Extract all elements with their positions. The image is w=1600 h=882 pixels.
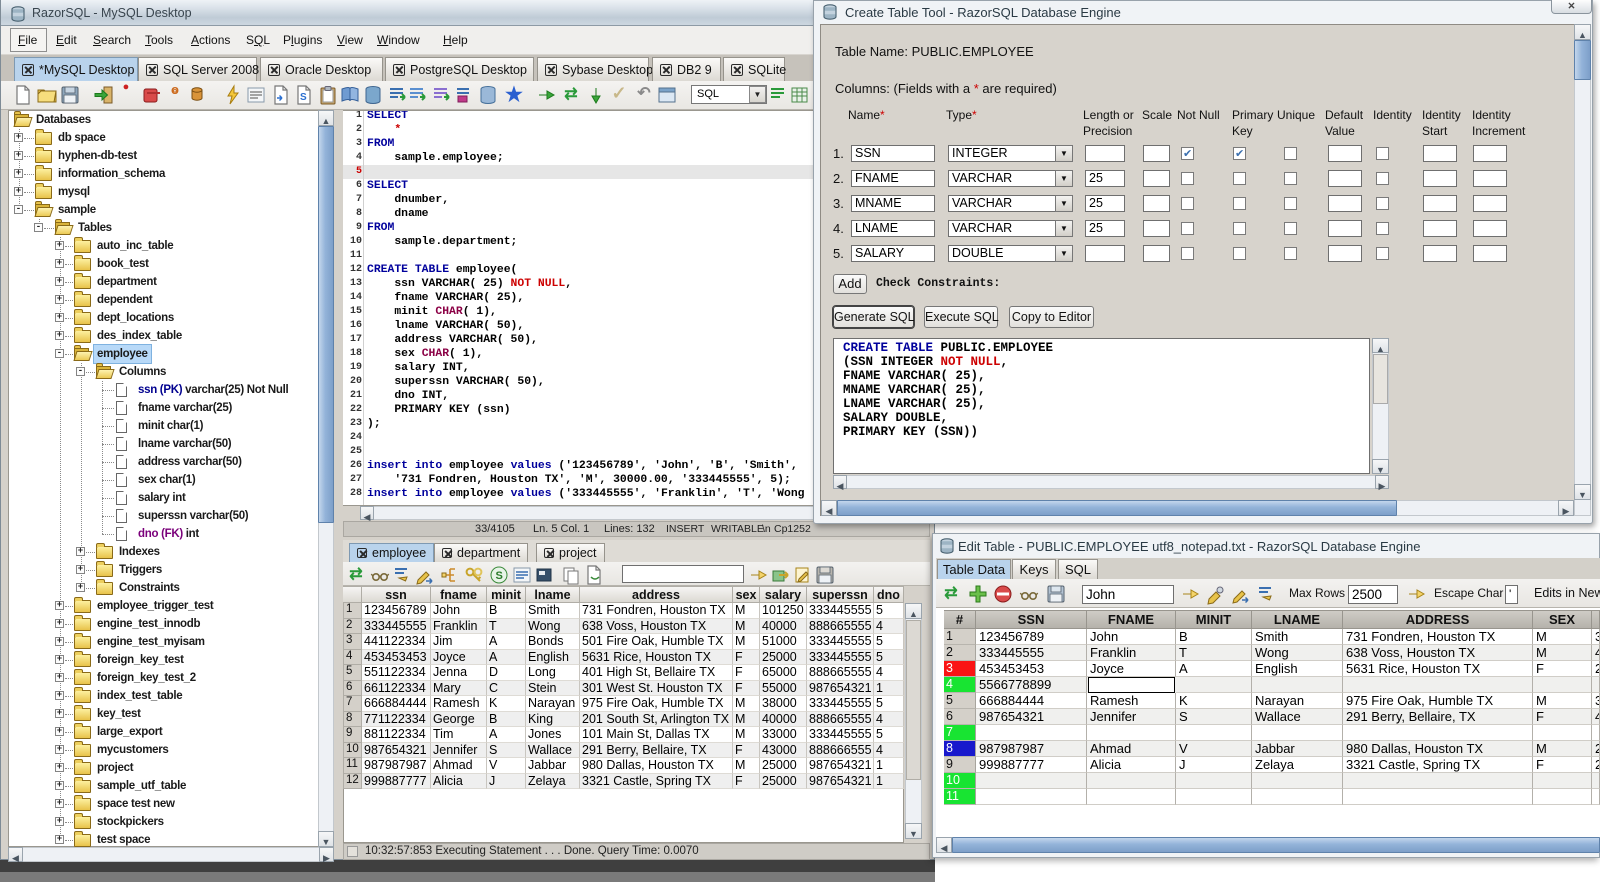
- svg-text:S: S: [300, 92, 307, 103]
- svg-text:S: S: [496, 570, 503, 582]
